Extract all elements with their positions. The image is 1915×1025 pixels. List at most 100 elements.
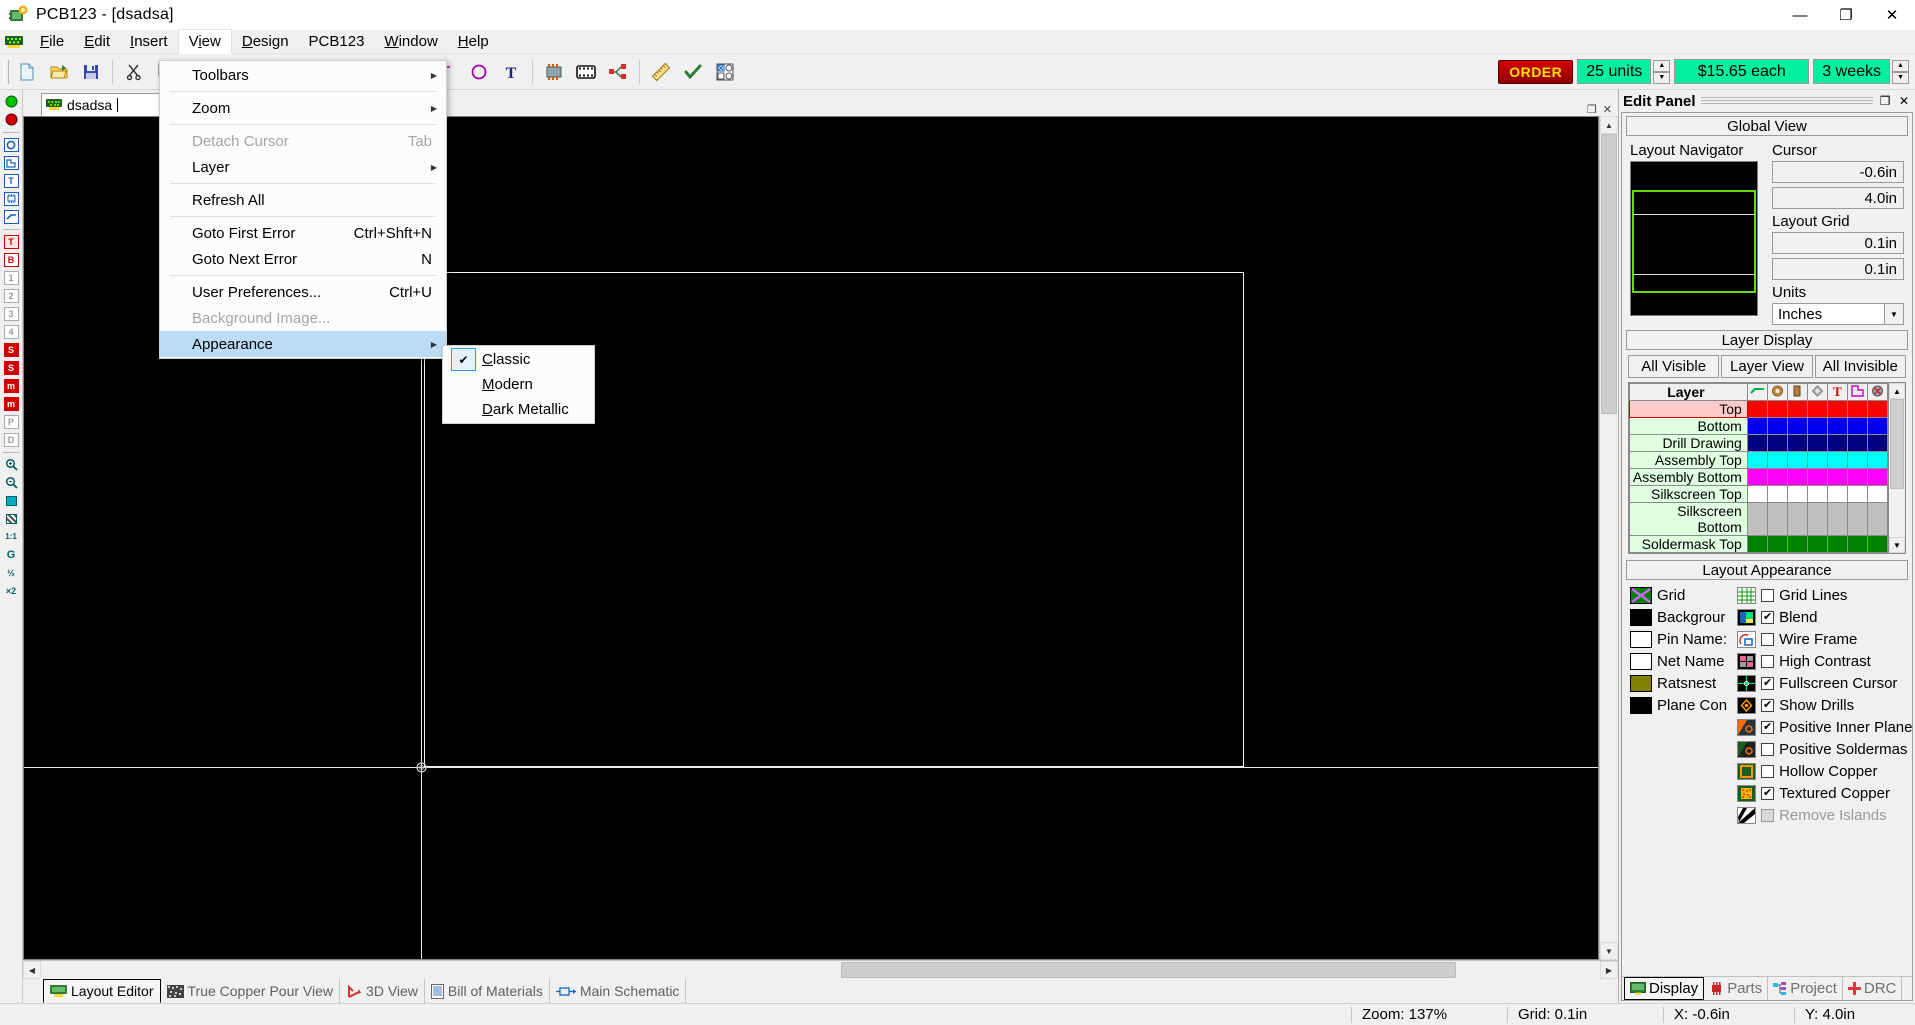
layer-color-cell[interactable] xyxy=(1787,469,1807,486)
checkbox-show-drills[interactable]: ✔ xyxy=(1761,699,1774,712)
text-tool-icon[interactable]: T xyxy=(496,58,526,86)
layer-name[interactable]: Soldermask Top xyxy=(1630,536,1748,553)
menu-item-refresh-all[interactable]: Refresh All xyxy=(160,187,446,213)
layer-color-cell[interactable] xyxy=(1807,435,1827,452)
silkscreen-bottom-icon[interactable]: S xyxy=(2,359,21,376)
menu-item-goto-next-error[interactable]: Goto Next ErrorN xyxy=(160,246,446,272)
appearance-option-classic[interactable]: ✔Classic xyxy=(443,347,594,372)
panel-drag-grip[interactable] xyxy=(1701,97,1873,106)
layer-color-cell[interactable] xyxy=(1807,486,1827,503)
layer-color-cell[interactable] xyxy=(1847,435,1867,452)
tab-display[interactable]: Display xyxy=(1624,977,1704,1000)
layer-1-icon[interactable]: 1 xyxy=(2,269,21,286)
checkbox-positive-inner-planes[interactable]: ✔ xyxy=(1761,721,1774,734)
menu-item-toolbars[interactable]: Toolbars▶ xyxy=(160,62,446,88)
layer-color-cell[interactable] xyxy=(1847,418,1867,435)
layer-color-cell[interactable] xyxy=(1867,536,1887,553)
green-led-icon[interactable] xyxy=(2,93,21,110)
doc-restore-icon[interactable]: ❐ xyxy=(1587,103,1597,116)
layer-bottom-icon[interactable]: B xyxy=(2,251,21,268)
layer-color-cell[interactable] xyxy=(1787,452,1807,469)
appearance-option-row[interactable]: Grid Lines xyxy=(1737,586,1912,605)
layer-color-cell[interactable] xyxy=(1827,469,1847,486)
order-units-stepper[interactable]: ▲ ▼ xyxy=(1653,60,1670,84)
layer-row[interactable]: Silkscreen Bottom xyxy=(1630,503,1888,536)
order-button[interactable]: ORDER xyxy=(1498,60,1573,84)
zoom-global-icon[interactable]: G xyxy=(2,546,21,563)
leadtime-down-icon[interactable]: ▼ xyxy=(1892,72,1909,84)
layer-display-header[interactable]: Layer Display xyxy=(1626,330,1908,350)
appearance-swatch-row[interactable]: Pin Name: xyxy=(1630,630,1727,649)
all-visible-button[interactable]: All Visible xyxy=(1628,355,1719,378)
checkbox-high-contrast[interactable] xyxy=(1761,655,1774,668)
canvas-vertical-scrollbar[interactable]: ▲ ▼ xyxy=(1599,116,1618,960)
inner-planes-icon[interactable] xyxy=(1737,719,1756,736)
all-invisible-button[interactable]: All Invisible xyxy=(1815,355,1906,378)
scroll-down-icon[interactable]: ▼ xyxy=(1600,942,1618,960)
scroll-up-icon[interactable]: ▲ xyxy=(1600,116,1618,134)
menu-pcb123[interactable]: PCB123 xyxy=(299,30,375,53)
layer-view-button[interactable]: Layer View xyxy=(1721,355,1812,378)
zoom-window-icon[interactable] xyxy=(2,492,21,509)
appearance-option-row[interactable]: ✔Fullscreen Cursor xyxy=(1737,674,1912,693)
layer-scroll-track[interactable] xyxy=(1889,399,1905,537)
via-icon[interactable] xyxy=(1767,384,1787,401)
layer-top-icon[interactable]: T xyxy=(2,233,21,250)
doc-close-icon[interactable]: ✕ xyxy=(1603,103,1612,116)
layer-color-cell[interactable] xyxy=(1867,435,1887,452)
layer-color-cell[interactable] xyxy=(1847,452,1867,469)
layer-color-cell[interactable] xyxy=(1827,452,1847,469)
layer-color-cell[interactable] xyxy=(1747,503,1767,536)
layer-name[interactable]: Bottom xyxy=(1630,418,1748,435)
tab-bill-of-materials[interactable]: Bill of Materials xyxy=(425,979,550,1003)
checkbox-hollow-copper[interactable] xyxy=(1761,765,1774,778)
grid-lines-icon[interactable] xyxy=(1737,587,1756,604)
paste-layer-icon[interactable]: P xyxy=(2,413,21,430)
zoom-out-icon[interactable] xyxy=(2,474,21,491)
layer-select-icon[interactable] xyxy=(710,58,740,86)
layer-color-cell[interactable] xyxy=(1807,401,1827,418)
layer-color-cell[interactable] xyxy=(1847,536,1867,553)
checkbox-textured-copper[interactable]: ✔ xyxy=(1761,787,1774,800)
layer-color-cell[interactable] xyxy=(1807,503,1827,536)
layer-color-cell[interactable] xyxy=(1767,536,1787,553)
background-swatch[interactable] xyxy=(1630,609,1652,626)
menu-help[interactable]: Help xyxy=(448,30,499,53)
trace-icon[interactable] xyxy=(1747,384,1767,401)
layer-color-cell[interactable] xyxy=(1747,452,1767,469)
high-contrast-icon[interactable] xyxy=(1737,653,1756,670)
layer-color-cell[interactable] xyxy=(1747,418,1767,435)
check-drc-icon[interactable] xyxy=(678,58,708,86)
close-button[interactable]: ✕ xyxy=(1869,0,1915,30)
checkbox-blend[interactable]: ✔ xyxy=(1761,611,1774,624)
appearance-swatch-row[interactable]: Ratsnest xyxy=(1630,674,1727,693)
drill-icon[interactable] xyxy=(1807,384,1827,401)
layer-color-cell[interactable] xyxy=(1747,469,1767,486)
layer-3-icon[interactable]: 3 xyxy=(2,305,21,322)
layer-color-cell[interactable] xyxy=(1827,418,1847,435)
layer-table-scrollbar[interactable]: ▲ ▼ xyxy=(1888,383,1905,553)
appearance-option-modern[interactable]: Modern xyxy=(443,372,594,397)
new-document-icon[interactable] xyxy=(12,58,42,86)
layer-row[interactable]: Drill Drawing xyxy=(1630,435,1888,452)
panel-close-icon[interactable]: ✕ xyxy=(1897,94,1911,108)
scroll-up-icon[interactable]: ▲ xyxy=(1889,383,1905,399)
fullscreen-cursor-icon[interactable] xyxy=(1737,675,1756,692)
layer-color-cell[interactable] xyxy=(1867,503,1887,536)
menu-view[interactable]: View xyxy=(178,29,232,54)
menu-item-layer[interactable]: Layer▶ xyxy=(160,154,446,180)
soldermask-bottom-icon[interactable]: m xyxy=(2,395,21,412)
layer-color-cell[interactable] xyxy=(1787,435,1807,452)
layer-color-cell[interactable] xyxy=(1807,452,1827,469)
pad-icon[interactable] xyxy=(1787,384,1807,401)
layer-color-cell[interactable] xyxy=(1867,452,1887,469)
menu-window[interactable]: Window xyxy=(374,30,447,53)
layer-color-cell[interactable] xyxy=(1867,401,1887,418)
layer-name[interactable]: Silkscreen Top xyxy=(1630,486,1748,503)
layer-color-cell[interactable] xyxy=(1827,401,1847,418)
hscroll-track[interactable] xyxy=(41,961,1600,979)
units-select[interactable]: Inches ▼ xyxy=(1772,303,1904,325)
red-led-icon[interactable] xyxy=(2,111,21,128)
layer-scroll-thumb[interactable] xyxy=(1890,399,1904,489)
appearance-swatch-row[interactable]: Grid xyxy=(1630,586,1727,605)
